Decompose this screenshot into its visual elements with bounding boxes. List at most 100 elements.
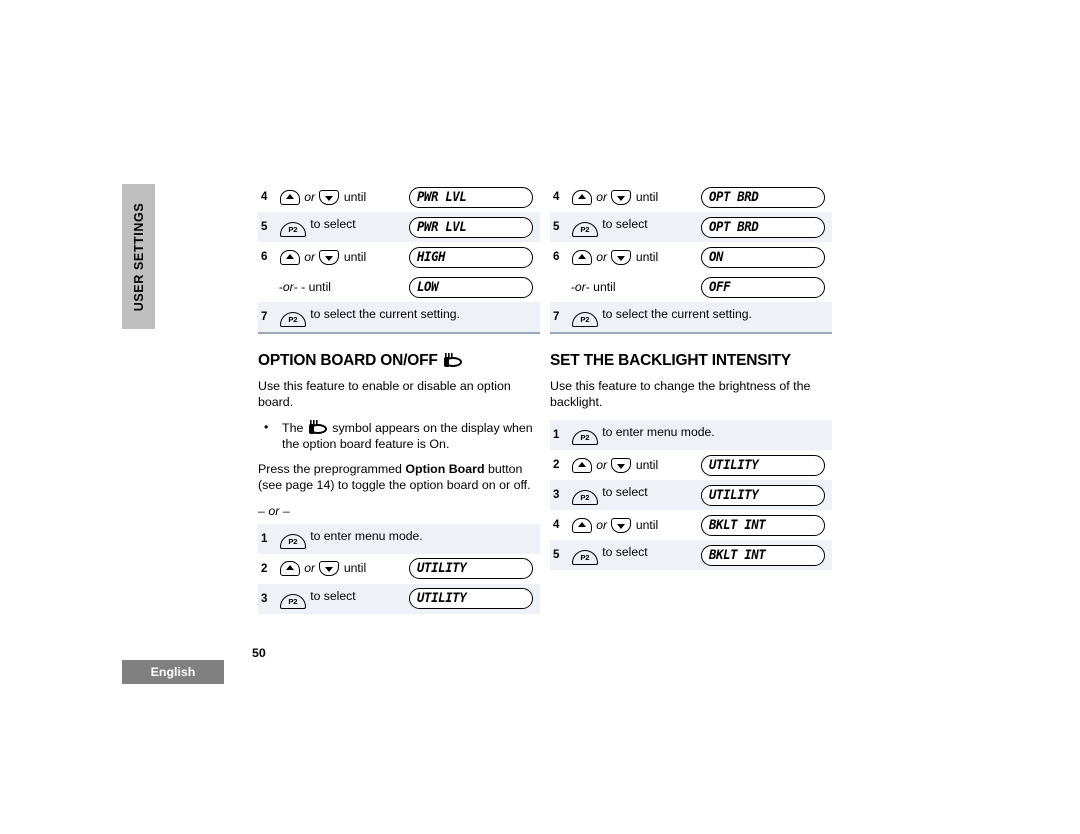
down-arrow-key-icon[interactable] xyxy=(319,561,340,577)
p2-button-icon[interactable]: P2 xyxy=(571,490,598,506)
step-action: or until xyxy=(569,242,701,272)
step-action: P2 to select xyxy=(276,583,410,614)
lcd-display-text: PWR LVL xyxy=(417,219,467,235)
step-action: or until xyxy=(569,510,701,540)
press-text-part1: Press the preprogrammed xyxy=(258,462,406,477)
step-row: -or- - until LOW xyxy=(258,272,540,302)
or-label: or xyxy=(304,189,316,204)
p2-button-icon[interactable]: P2 xyxy=(571,430,598,446)
lcd-display-text: LOW xyxy=(417,279,439,295)
step-action: or until xyxy=(569,450,701,480)
step-action: P2 to enter menu mode. xyxy=(276,523,540,554)
down-arrow-key-icon[interactable] xyxy=(319,249,340,265)
step-number: 5 xyxy=(258,212,277,242)
step-number: 3 xyxy=(550,480,569,511)
lcd-display: PWR LVL xyxy=(409,216,534,238)
step-action-text: until xyxy=(343,561,367,576)
p2-button-icon[interactable]: P2 xyxy=(279,312,306,327)
up-arrow-key-icon[interactable] xyxy=(571,189,592,205)
step-row: 7 P2 to select the current setting. xyxy=(550,302,832,333)
step-action: or until xyxy=(277,242,409,272)
lcd-display: UTILITY xyxy=(409,588,534,610)
step-display-cell: UTILITY xyxy=(701,480,832,511)
lcd-display: ON xyxy=(701,246,826,268)
step-number: 2 xyxy=(553,459,560,472)
step-action: P2 to select xyxy=(276,212,410,242)
p2-button-icon[interactable]: P2 xyxy=(279,222,306,237)
press-text-bold: Option Board xyxy=(405,462,485,477)
step-number: 5 xyxy=(550,540,569,571)
p2-button-icon[interactable]: P2 xyxy=(571,222,598,237)
option-board-onoff-step-table: 4 or until OPT BRD 5 P2 to select OPT BRD 6 o… xyxy=(550,182,832,334)
step-number: 7 xyxy=(258,302,277,333)
lcd-display-text: BKLT INT xyxy=(709,547,766,563)
step-row: 4 or until BKLT INT xyxy=(550,510,832,540)
option-board-symbol-icon-inline xyxy=(308,420,328,435)
step-action-text: to enter menu mode. xyxy=(310,528,423,543)
lcd-display: LOW xyxy=(409,276,534,298)
lcd-display: UTILITY xyxy=(701,454,826,476)
lcd-display: BKLT INT xyxy=(701,544,826,566)
step-row: 4 or until PWR LVL xyxy=(258,182,540,212)
up-arrow-key-icon[interactable] xyxy=(279,189,300,205)
step-action-text: until xyxy=(635,517,659,532)
or-label: or xyxy=(304,249,316,264)
down-arrow-key-icon[interactable] xyxy=(611,457,632,473)
p2-button-icon[interactable]: P2 xyxy=(571,312,598,327)
down-arrow-key-icon[interactable] xyxy=(611,517,632,533)
heading-text-option-board: OPTION BOARD ON/OFF xyxy=(258,352,438,369)
step-display-cell: BKLT INT xyxy=(701,540,832,571)
step-number: 2 xyxy=(261,562,268,575)
step-number: 6 xyxy=(261,251,268,263)
up-arrow-key-icon[interactable] xyxy=(279,249,300,265)
lcd-display-text: HIGH xyxy=(417,249,446,265)
step-display-cell: UTILITY xyxy=(409,554,540,584)
step-action: P2 to select the current setting. xyxy=(276,302,540,333)
lcd-display-text: OFF xyxy=(709,279,731,295)
or-label: or xyxy=(304,561,316,576)
step-number: 6 xyxy=(553,251,560,263)
step-row: 5 P2 to select OPT BRD xyxy=(550,212,832,242)
language-tab[interactable]: English xyxy=(122,660,224,684)
down-arrow-key-icon[interactable] xyxy=(611,249,632,265)
step-row: 1 P2 to enter menu mode. xyxy=(550,420,832,451)
option-board-step-rows: 1 P2 to enter menu mode. 2 or until UTILITY… xyxy=(258,523,540,614)
step-action: -or- until xyxy=(569,272,701,302)
step-row: 1 P2 to enter menu mode. xyxy=(258,523,540,554)
page-title-backlight-intensity: SET THE BACKLIGHT INTENSITY xyxy=(550,352,832,370)
up-arrow-key-icon[interactable] xyxy=(279,561,300,577)
or-label: or xyxy=(596,457,608,472)
lcd-display-text: UTILITY xyxy=(417,561,467,577)
up-arrow-key-icon[interactable] xyxy=(571,517,592,533)
step-row: 6 or until HIGH xyxy=(258,242,540,272)
step-action-text: to select the current setting. xyxy=(602,307,752,321)
down-arrow-key-icon[interactable] xyxy=(319,189,340,205)
option-board-intro-text: Use this feature to enable or disable an… xyxy=(258,379,511,409)
step-action: P2 to enter menu mode. xyxy=(568,420,832,451)
step-row: 7 P2 to select the current setting. xyxy=(258,302,540,333)
up-arrow-key-icon[interactable] xyxy=(571,457,592,473)
step-number: 5 xyxy=(550,212,569,242)
heading-text-backlight: SET THE BACKLIGHT INTENSITY xyxy=(550,352,791,369)
step-number xyxy=(258,272,277,302)
step-number: 3 xyxy=(258,583,277,614)
step-row: 3 P2 to select UTILITY xyxy=(258,583,540,614)
bullet-dot-icon: • xyxy=(264,420,269,435)
step-row: 5 P2 to select BKLT INT xyxy=(550,540,832,571)
step-display-cell: LOW xyxy=(409,272,540,302)
up-arrow-key-icon[interactable] xyxy=(571,249,592,265)
p2-button-icon[interactable]: P2 xyxy=(279,533,306,549)
power-level-step-table: 4 or until PWR LVL 5 P2 to select PWR LVL 6 o… xyxy=(258,182,540,334)
step-number xyxy=(550,272,569,302)
step-action-text: until xyxy=(635,457,659,472)
power-level-step-rows: 4 or until PWR LVL 5 P2 to select PWR LVL 6 o… xyxy=(258,182,540,333)
option-board-onoff-step-rows: 4 or until OPT BRD 5 P2 to select OPT BRD 6 o… xyxy=(550,182,832,333)
lcd-display-text: OPT BRD xyxy=(709,189,759,205)
step-action-text: to enter menu mode. xyxy=(602,425,715,440)
p2-button-icon[interactable]: P2 xyxy=(571,550,598,566)
option-board-bullet-text: The symbol appears on the display when t… xyxy=(282,420,540,452)
lcd-display: OPT BRD xyxy=(701,186,826,208)
down-arrow-key-icon[interactable] xyxy=(611,189,632,205)
p2-button-icon[interactable]: P2 xyxy=(279,593,306,609)
or-label: or xyxy=(596,189,608,204)
